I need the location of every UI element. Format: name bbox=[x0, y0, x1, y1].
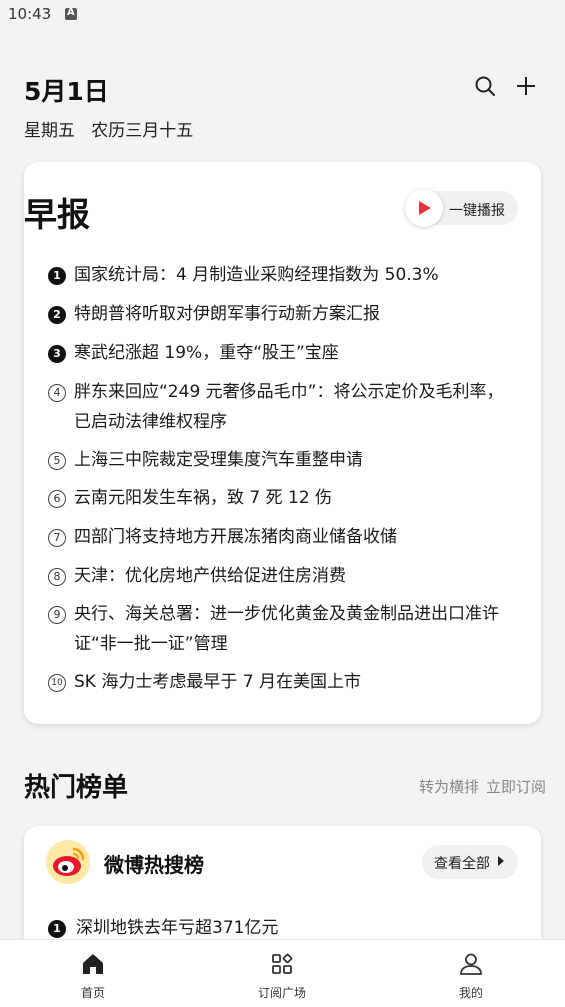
weibo-hot-title: 微博热搜榜 bbox=[104, 853, 204, 877]
news-text: 云南元阳发生车祸，致 7 死 12 伤 bbox=[74, 488, 333, 508]
news-text: 寒武纪涨超 19%，重夺“股王”宝座 bbox=[74, 343, 339, 363]
view-all-label: 查看全部 bbox=[434, 856, 490, 872]
notification-icon bbox=[65, 7, 77, 20]
news-text: 天津：优化房地产供给促进住房消费 bbox=[74, 566, 346, 586]
news-text: SK 海力士考虑最早于 7 月在美国上市 bbox=[74, 672, 361, 692]
news-text: 上海三中院裁定受理集度汽车重整申请 bbox=[74, 450, 363, 470]
home-icon bbox=[80, 951, 106, 977]
subscribe-link[interactable]: 立即订阅 bbox=[486, 776, 546, 797]
status-time: 10:43 bbox=[8, 5, 52, 23]
news-number: 4 bbox=[48, 384, 66, 402]
play-icon[interactable] bbox=[405, 189, 443, 227]
news-number: 6 bbox=[48, 490, 66, 508]
plus-icon[interactable] bbox=[514, 74, 538, 98]
person-icon bbox=[458, 951, 484, 977]
play-all-label: 一键播报 bbox=[449, 203, 505, 219]
brief-title: 早报 bbox=[24, 195, 90, 234]
tab-home[interactable]: 首页 bbox=[43, 940, 143, 1007]
news-text: 四部门将支持地方开展冻猪肉商业储备收储 bbox=[74, 527, 397, 547]
news-number: 10 bbox=[48, 674, 66, 692]
news-number: 5 bbox=[48, 452, 66, 470]
view-all-button[interactable]: 查看全部 bbox=[422, 845, 518, 879]
news-number: 1 bbox=[48, 267, 66, 285]
hot-item-number: 1 bbox=[48, 920, 66, 938]
news-number: 9 bbox=[48, 606, 66, 624]
section-title: 热门榜单 bbox=[24, 773, 129, 803]
news-number: 2 bbox=[48, 306, 66, 324]
weibo-logo-icon bbox=[46, 840, 90, 884]
news-text: 胖东来回应“249 元奢侈品毛巾”：将公示定价及毛利率，已启动法律维权程序 bbox=[74, 382, 504, 432]
news-text: 国家统计局：4 月制造业采购经理指数为 50.3% bbox=[74, 265, 439, 285]
tab-label: 首页 bbox=[80, 986, 105, 1000]
news-number: 8 bbox=[48, 568, 66, 586]
tab-mine[interactable]: 我的 bbox=[421, 940, 521, 1007]
switch-horizontal-link[interactable]: 转为横排 bbox=[419, 776, 479, 797]
tab-subscribe-plaza[interactable]: 订阅广场 bbox=[232, 940, 332, 1007]
news-number: 7 bbox=[48, 529, 66, 547]
news-number: 3 bbox=[48, 345, 66, 363]
tab-label: 我的 bbox=[458, 986, 483, 1000]
date-subtitle: 星期五 农历三月十五 bbox=[24, 121, 194, 141]
tab-label: 订阅广场 bbox=[257, 986, 306, 1000]
news-text: 特朗普将听取对伊朗军事行动新方案汇报 bbox=[74, 304, 380, 324]
chevron-right-icon bbox=[498, 856, 504, 866]
status-bar: 10:43 bbox=[0, 0, 565, 30]
news-text: 央行、海关总署：进一步优化黄金及黄金制品进出口准许证“非一批一证”管理 bbox=[74, 604, 499, 654]
bottom-tab-bar: 首页 订阅广场 我的 bbox=[0, 939, 565, 1007]
page-title: 5月1日 bbox=[24, 77, 109, 106]
search-icon[interactable] bbox=[473, 74, 497, 98]
grid-icon bbox=[269, 951, 295, 977]
